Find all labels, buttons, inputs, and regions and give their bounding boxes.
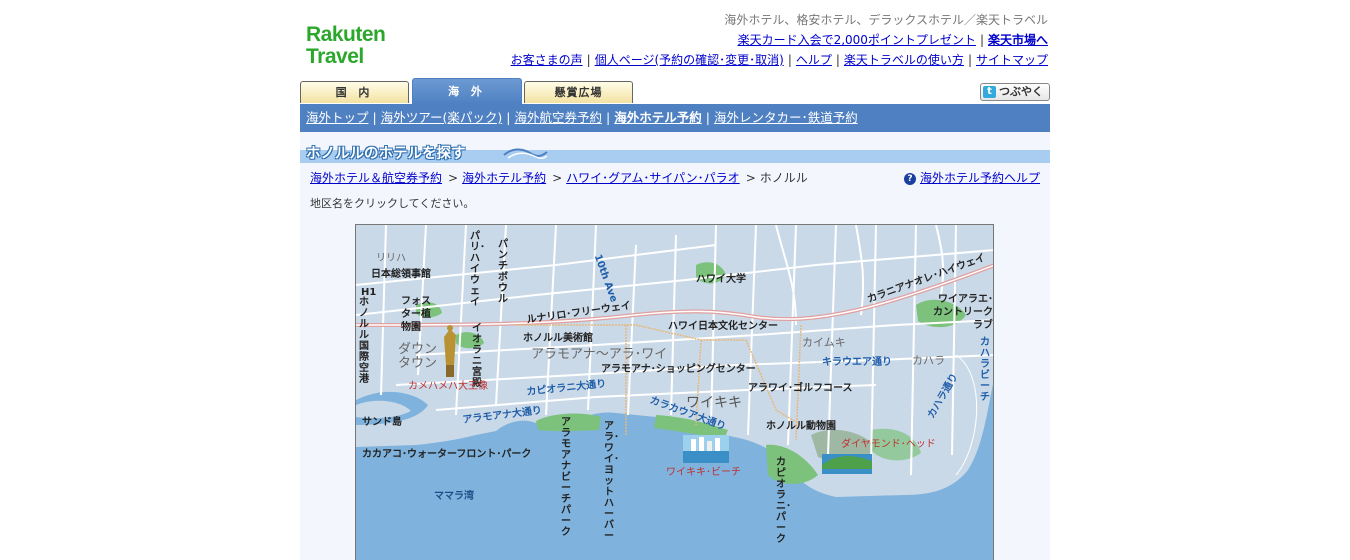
map-label-punchbowl: パンチボウル: [498, 239, 508, 305]
customer-voice-link[interactable]: お客さまの声: [511, 53, 583, 67]
map-label-iolani-palace: イオラニ宮殿: [472, 323, 482, 389]
logo-line2: Travel: [306, 45, 364, 68]
twitter-icon: t: [983, 86, 996, 98]
tweet-button[interactable]: t つぶやく: [980, 83, 1050, 101]
instruction-text: 地区名をクリックしてください。: [310, 197, 475, 210]
hotel-help: ? 海外ホテル予約ヘルプ: [903, 169, 1040, 186]
map-label-kakaako-park: カカアコ･ウォーターフロント･パーク: [362, 449, 532, 460]
divider: |: [979, 33, 984, 47]
divider: |: [586, 53, 591, 67]
content-panel: ホノルルのホテルを探す 海外ホテル＆航空券予約 > 海外ホテル予約 > ハワイ･グアム･…: [300, 132, 1050, 560]
subnav-rentacar-rail[interactable]: 海外レンタカー･鉄道予約: [714, 110, 858, 125]
beach-photo-icon: [683, 435, 729, 463]
sitemap-link[interactable]: サイトマップ: [976, 53, 1048, 67]
map-label-uh: ハワイ大学: [696, 274, 746, 285]
tweet-label: つぶやく: [999, 85, 1043, 98]
divider: |: [506, 110, 511, 125]
map-label-h1: H1: [361, 287, 377, 298]
logo-line1: Rakuten: [306, 23, 386, 46]
page-title: ホノルルのホテルを探す: [306, 146, 466, 162]
diamond-head-photo-icon: [822, 454, 872, 474]
map-label-kilauea-ave: キラウエア通り: [822, 357, 892, 368]
tab-sweepstakes[interactable]: 懸賞広場: [524, 81, 633, 103]
chevron-right-icon: >: [552, 171, 563, 185]
divider: |: [787, 53, 792, 67]
hotel-help-link[interactable]: 海外ホテル予約ヘルプ: [920, 171, 1040, 185]
district-kahala[interactable]: カハラ: [912, 355, 945, 367]
map-label-waialae-cc: ワイアラエ･カントリークラブ: [933, 294, 993, 331]
district-waikiki[interactable]: ワイキキ: [686, 396, 742, 410]
map-label-foster-garden: フォスター植物園: [401, 296, 431, 333]
map-label-ala-wai-harbor: アラ･ワイ･ヨットハーバー: [604, 421, 619, 542]
chevron-right-icon: >: [745, 171, 756, 185]
page-container: Rakuten Travel 海外ホテル、格安ホテル、デラックスホテル／楽天トラ…: [300, 0, 1050, 560]
header-promo-links: 楽天カード入会で2,000ポイントプレゼント | 楽天市場へ: [738, 31, 1048, 48]
map-label-kahala-beach: カハラビーチ: [980, 337, 990, 403]
honolulu-map: リリハ 日本総領事館 フォスター植物園 ホノルル美術館 イオラニ宮殿 ハワイ大学…: [355, 224, 994, 560]
divider: |: [372, 110, 377, 125]
district-downtown[interactable]: ダウン タウン: [398, 343, 442, 371]
my-page-link[interactable]: 個人ページ(予約の確認･変更･取消): [595, 53, 784, 67]
divider: |: [605, 110, 611, 125]
how-to-use-link[interactable]: 楽天トラベルの使い方: [844, 53, 964, 67]
map-label-hnl-airport: ホノルル国際空港: [359, 297, 369, 385]
map-label-zoo: ホノルル動物園: [766, 421, 836, 432]
wave-icon: [503, 148, 548, 160]
map-label-jcch: ハワイ日本文化センター: [668, 321, 778, 332]
map-label-kapiolani-park: カピオラニ･パーク: [776, 457, 791, 545]
breadcrumb-current: ホノルル: [759, 171, 808, 185]
map-label-ala-moana-beach-park: アラモアナビーチパーク: [561, 417, 571, 538]
question-icon: ?: [903, 173, 916, 185]
divider: |: [705, 110, 710, 125]
breadcrumb: 海外ホテル＆航空券予約 > 海外ホテル予約 > ハワイ･グアム･サイパン･パラオ > ホノル…: [310, 169, 808, 186]
help-link[interactable]: ヘルプ: [796, 53, 832, 67]
chevron-right-icon: >: [448, 171, 459, 185]
map-label-mamala-bay: ママラ湾: [434, 491, 474, 502]
map-label-golf-course: アラワイ･ゴルフコース: [748, 383, 853, 394]
header-utility-links: お客さまの声 | 個人ページ(予約の確認･変更･取消) | ヘルプ | 楽天トラベルの使い方…: [511, 51, 1048, 68]
map-label-waikiki-beach[interactable]: ワイキキ･ビーチ: [666, 467, 741, 479]
map-label-kamehameha-statue[interactable]: カメハメハ大王像: [408, 381, 488, 393]
map-label-diamond-head[interactable]: ダイヤモンド･ヘッド: [841, 439, 936, 451]
breadcrumb-overseas-hotel[interactable]: 海外ホテル予約: [462, 171, 546, 185]
subnav-flights[interactable]: 海外航空券予約: [514, 110, 602, 125]
tab-overseas[interactable]: 海 外: [412, 78, 522, 104]
site-tagline: 海外ホテル、格安ホテル、デラックスホテル／楽天トラベル: [724, 13, 1048, 27]
subnav-overseas-top[interactable]: 海外トップ: [306, 110, 369, 125]
map-label-consulate: 日本総領事館: [371, 269, 431, 280]
rakuten-ichiba-link[interactable]: 楽天市場へ: [988, 33, 1048, 47]
overseas-subnav: 海外トップ | 海外ツアー(楽パック) | 海外航空券予約 | 海外ホテル予約 | 海外レンタカ…: [300, 104, 1050, 132]
divider: |: [835, 53, 840, 67]
map-label-ala-moana-center: アラモアナ･ショッピングセンター: [601, 364, 756, 375]
map-label-art-museum: ホノルル美術館: [523, 333, 593, 344]
rakuten-travel-logo[interactable]: Rakuten Travel: [306, 24, 396, 72]
subnav-tours[interactable]: 海外ツアー(楽パック): [381, 110, 503, 125]
map-label-sand-island: サンド島: [362, 417, 402, 428]
tab-domestic[interactable]: 国 内: [300, 81, 409, 103]
card-promo-link[interactable]: 楽天カード入会で2,000ポイントプレゼント: [738, 33, 976, 47]
map-label-pali-hwy: パリ･ハイウェイ: [470, 231, 485, 308]
district-ala-moana[interactable]: アラモアナ～アラ･ワイ: [531, 348, 667, 361]
district-kaimuki[interactable]: カイムキ: [802, 337, 846, 349]
breadcrumb-overseas-hotel-flight[interactable]: 海外ホテル＆航空券予約: [310, 171, 442, 185]
subnav-hotels[interactable]: 海外ホテル予約: [614, 110, 702, 125]
divider: |: [967, 53, 972, 67]
breadcrumb-region[interactable]: ハワイ･グアム･サイパン･パラオ: [566, 171, 740, 185]
map-label-liliha: リリハ: [376, 253, 406, 264]
